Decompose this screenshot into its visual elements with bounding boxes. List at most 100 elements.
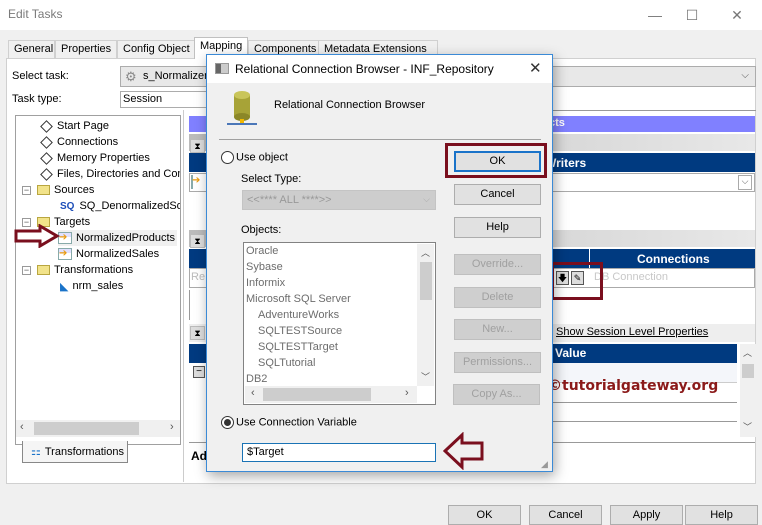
object-item[interactable]: Microsoft SQL Server [246, 293, 351, 305]
task-type-label: Task type: [12, 93, 62, 105]
new-button[interactable]: New... [454, 319, 541, 340]
value-header: Value [555, 346, 587, 360]
connection-value[interactable]: DB Connection [594, 271, 668, 283]
divider [219, 139, 541, 140]
objects-label: Objects: [241, 224, 282, 236]
tree-item-normalized-products[interactable]: NormalizedProducts [58, 230, 178, 246]
diamond-icon [40, 119, 53, 133]
scroll-right-icon[interactable]: › [405, 387, 409, 399]
objects-list[interactable]: Oracle Sybase Informix Microsoft SQL Ser… [243, 242, 436, 405]
scroll-right-icon[interactable]: › [170, 421, 174, 433]
tree-item-normalized-sales[interactable]: NormalizedSales [58, 246, 159, 262]
use-object-radio[interactable]: Use object [221, 151, 288, 164]
tree-horizontal-scrollbar[interactable]: ‹ › [16, 420, 180, 437]
apply-button[interactable]: Apply [610, 505, 683, 525]
object-item[interactable]: DB2 [246, 373, 267, 385]
maximize-button[interactable]: ☐ [677, 4, 707, 26]
chevron-down-icon: ⌵ [741, 70, 749, 81]
tab-general[interactable]: General [8, 40, 55, 58]
object-item[interactable]: Oracle [246, 245, 278, 257]
tree-item-start-page[interactable]: Start Page [40, 118, 109, 134]
tree-item-memory-properties[interactable]: Memory Properties [40, 150, 150, 166]
delete-button[interactable]: Delete [454, 287, 541, 308]
hourglass-icon[interactable]: ⧗ [190, 139, 205, 153]
select-type-combo[interactable]: <<**** ALL ****>> ⌵ [242, 190, 436, 210]
radio-selected-icon[interactable] [221, 416, 234, 429]
tree-item-sources[interactable]: − Sources [22, 182, 94, 198]
tree-item-label: nrm_sales [72, 280, 124, 292]
object-item[interactable]: Sybase [246, 261, 283, 273]
database-icon [227, 91, 257, 125]
tree-item-label: SQ_DenormalizedSource [79, 200, 180, 212]
gear-icon: ⚙ [125, 69, 137, 84]
select-task-label: Select task: [12, 70, 69, 82]
scrollbar-thumb[interactable] [263, 388, 371, 401]
scrollbar-thumb[interactable] [34, 422, 139, 435]
show-session-level-properties-link[interactable]: Show Session Level Properties [556, 326, 708, 338]
scrollbar-thumb[interactable] [420, 262, 432, 300]
scroll-down-icon[interactable]: ﹀ [743, 420, 752, 433]
folder-icon [37, 265, 50, 275]
object-item[interactable]: Informix [246, 277, 285, 289]
permissions-button[interactable]: Permissions... [454, 352, 541, 373]
scrollbar-thumb[interactable] [742, 364, 754, 378]
object-item[interactable]: SQLTESTTarget [258, 341, 338, 353]
navigation-tree[interactable]: Start Page Connections Memory Properties… [15, 115, 181, 445]
object-item[interactable]: SQLTESTSource [258, 325, 342, 337]
use-object-label: Use object [236, 151, 288, 164]
tree-item-files-directories[interactable]: Files, Directories and Commands [40, 166, 180, 182]
tree-item-nrm-sales[interactable]: ◣ nrm_sales [60, 278, 123, 294]
window-app-icon [215, 63, 229, 74]
override-button[interactable]: Override... [454, 254, 541, 275]
transformations-tab-label: Transformations [44, 445, 124, 458]
dialog-help-button[interactable]: Help [454, 217, 541, 238]
transformations-tab[interactable]: ⚏ Transformations [22, 441, 128, 463]
tree-item-label: Memory Properties [57, 152, 150, 164]
splitter[interactable] [183, 110, 184, 482]
object-item[interactable]: SQLTutorial [258, 357, 315, 369]
help-button[interactable]: Help [685, 505, 758, 525]
dialog-cancel-button[interactable]: Cancel [454, 184, 541, 205]
normalizer-icon: ◣ [60, 280, 69, 293]
annotation-arrow-right [14, 224, 60, 248]
close-button[interactable]: ✕ [722, 4, 752, 26]
select-type-value: <<**** ALL ****>> [247, 194, 332, 206]
copy-as-button[interactable]: Copy As... [453, 384, 540, 405]
collapse-icon[interactable]: − [22, 185, 31, 195]
collapse-icon[interactable]: − [193, 366, 205, 378]
chevron-down-icon[interactable]: ⌵ [738, 175, 752, 190]
scroll-down-icon[interactable]: ﹀ [421, 370, 430, 383]
task-type-field: Session [120, 91, 210, 108]
ok-button[interactable]: OK [448, 505, 521, 525]
hourglass-icon[interactable]: ⧗ [190, 326, 205, 340]
hourglass-icon[interactable]: ⧗ [190, 234, 205, 248]
dialog-titlebar: Relational Connection Browser - INF_Repo… [207, 55, 552, 83]
scroll-left-icon[interactable]: ‹ [20, 421, 24, 433]
objects-horizontal-scrollbar[interactable]: ‹ › [245, 386, 417, 403]
tree-item-connections[interactable]: Connections [40, 134, 118, 150]
dialog-close-icon[interactable]: ✕ [529, 59, 542, 77]
objects-vertical-scrollbar[interactable]: ︿ ﹀ [417, 244, 434, 386]
tab-properties[interactable]: Properties [55, 40, 117, 58]
resize-grip-icon[interactable]: ◢ [541, 459, 548, 470]
cancel-button[interactable]: Cancel [529, 505, 602, 525]
dialog-title: Relational Connection Browser - INF_Repo… [235, 62, 494, 76]
properties-vertical-scrollbar[interactable]: ︿ ﹀ [740, 344, 756, 437]
watermark: ©tutorialgateway.org [548, 378, 719, 394]
use-connection-variable-radio[interactable]: Use Connection Variable [221, 416, 357, 429]
scroll-up-icon[interactable]: ︿ [421, 246, 430, 259]
minimize-button[interactable]: — [640, 4, 670, 26]
radio-icon[interactable] [221, 151, 234, 164]
object-item[interactable]: AdventureWorks [258, 309, 339, 321]
tree-item-transformations[interactable]: − Transformations [22, 262, 133, 278]
connection-variable-input[interactable]: $Target [242, 443, 436, 462]
collapse-icon[interactable]: − [22, 265, 31, 275]
scroll-left-icon[interactable]: ‹ [251, 387, 255, 399]
dialog-header-text: Relational Connection Browser [274, 99, 426, 111]
scroll-up-icon[interactable]: ︿ [743, 346, 752, 359]
tree-item-sq-denormalized-source[interactable]: SQ SQ_DenormalizedSource [60, 198, 180, 214]
window-titlebar: Edit Tasks — ☐ ✕ [0, 0, 762, 30]
relational-connection-browser-dialog: Relational Connection Browser - INF_Repo… [206, 54, 553, 472]
diamond-icon [40, 151, 53, 165]
tab-config-object[interactable]: Config Object [117, 40, 203, 58]
